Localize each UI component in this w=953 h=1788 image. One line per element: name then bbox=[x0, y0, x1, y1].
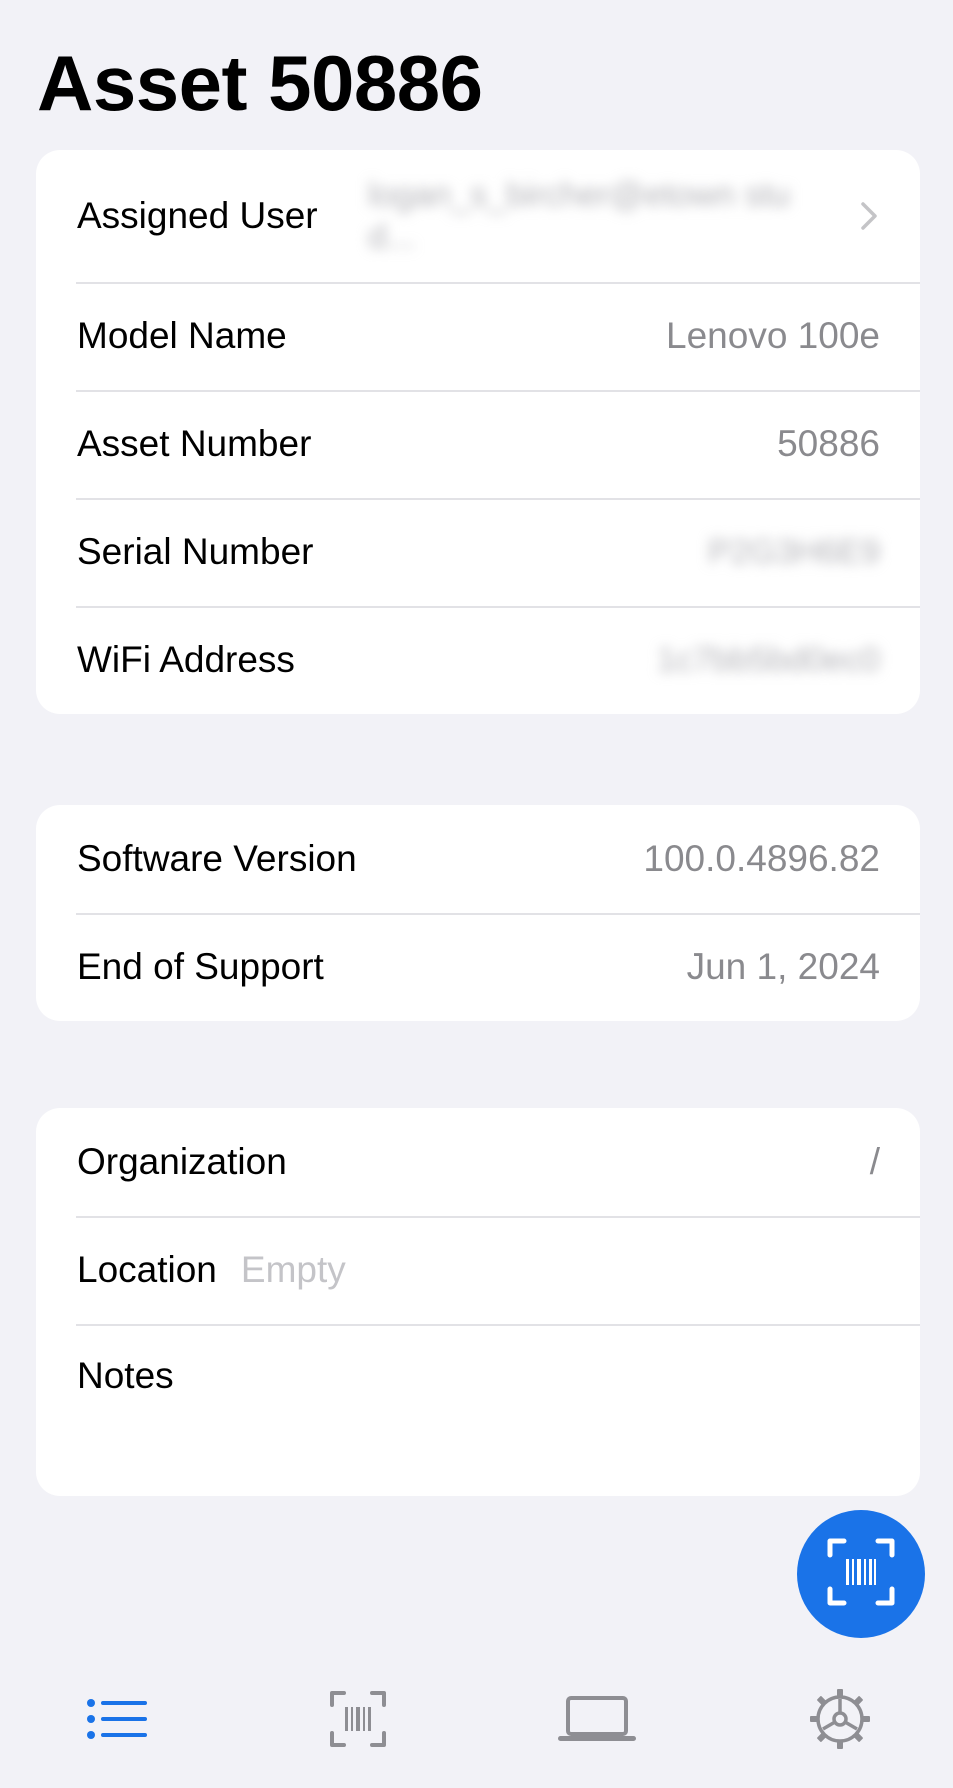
organization-label: Organization bbox=[77, 1141, 287, 1182]
location-label: Location bbox=[77, 1249, 217, 1290]
asset-number-row: Asset Number 50886 bbox=[36, 390, 920, 498]
model-name-value: Lenovo 100e bbox=[666, 315, 880, 356]
wifi-address-value: 1c7bb5bd0ec0 bbox=[656, 641, 880, 679]
software-version-label: Software Version bbox=[77, 838, 357, 879]
barcode-scan-icon bbox=[329, 1690, 387, 1753]
wifi-address-row: WiFi Address 1c7bb5bd0ec0 bbox=[36, 606, 920, 714]
tab-bar bbox=[0, 1660, 953, 1788]
model-name-label: Model Name bbox=[77, 315, 287, 356]
serial-number-row: Serial Number P2G3H6E9 bbox=[36, 498, 920, 606]
device-info-card: Assigned User logan_s_bircher@etown stud… bbox=[36, 150, 920, 714]
tab-settings[interactable] bbox=[795, 1686, 885, 1756]
location-field[interactable]: Empty bbox=[241, 1248, 346, 1292]
serial-number-value: P2G3H6E9 bbox=[708, 533, 880, 571]
software-version-value: 100.0.4896.82 bbox=[643, 838, 880, 879]
page-title: Asset 50886 bbox=[37, 39, 483, 127]
notes-row[interactable]: Notes bbox=[36, 1324, 920, 1496]
list-icon bbox=[85, 1695, 149, 1748]
tab-assets-list[interactable] bbox=[72, 1686, 162, 1756]
software-card: Software Version 100.0.4896.82 End of Su… bbox=[36, 805, 920, 1021]
organization-row[interactable]: Organization / bbox=[36, 1108, 920, 1216]
end-of-support-label: End of Support bbox=[77, 946, 324, 987]
barcode-scan-icon bbox=[826, 1537, 896, 1612]
chevron-right-icon bbox=[858, 196, 880, 236]
serial-number-label: Serial Number bbox=[77, 531, 314, 572]
organization-card: Organization / Location Empty Notes bbox=[36, 1108, 920, 1496]
assigned-user-value: logan_s_bircher@etown stud... bbox=[368, 176, 790, 256]
location-row[interactable]: Location Empty bbox=[36, 1216, 920, 1324]
software-version-row: Software Version 100.0.4896.82 bbox=[36, 805, 920, 913]
organization-value: / bbox=[869, 1141, 880, 1182]
wifi-address-label: WiFi Address bbox=[77, 639, 295, 680]
gear-icon bbox=[808, 1687, 872, 1756]
end-of-support-value: Jun 1, 2024 bbox=[686, 946, 880, 987]
asset-number-label: Asset Number bbox=[77, 423, 312, 464]
laptop-icon bbox=[556, 1694, 638, 1749]
assigned-user-label: Assigned User bbox=[77, 195, 318, 236]
tab-devices[interactable] bbox=[552, 1686, 642, 1756]
notes-label: Notes bbox=[77, 1355, 174, 1396]
end-of-support-row: End of Support Jun 1, 2024 bbox=[36, 913, 920, 1021]
model-name-row: Model Name Lenovo 100e bbox=[36, 282, 920, 390]
assigned-user-row[interactable]: Assigned User logan_s_bircher@etown stud… bbox=[36, 150, 920, 282]
scan-barcode-button[interactable] bbox=[797, 1510, 925, 1638]
asset-number-value: 50886 bbox=[777, 423, 880, 464]
tab-scan[interactable] bbox=[313, 1686, 403, 1756]
